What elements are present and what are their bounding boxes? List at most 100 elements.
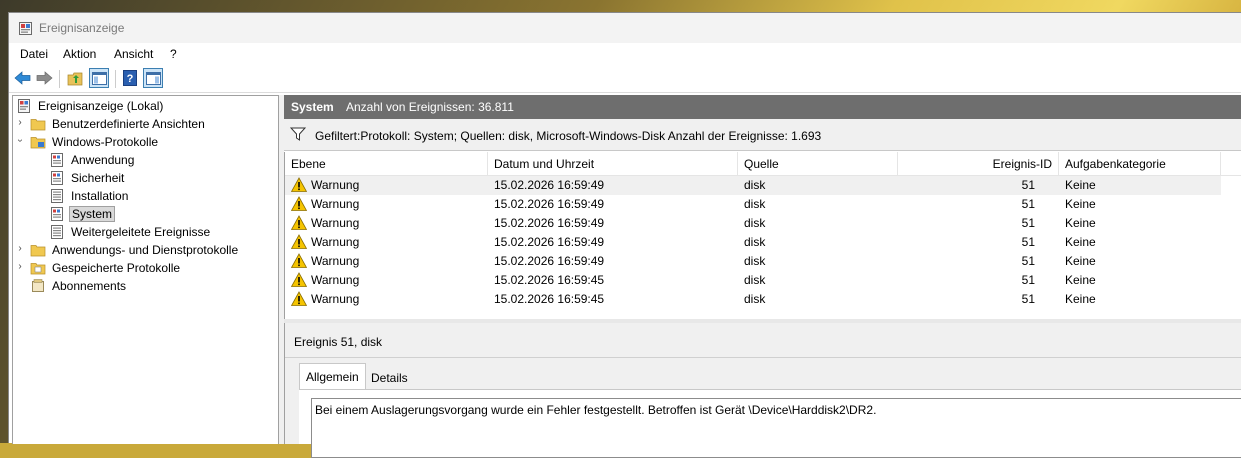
tab-details[interactable]: Details	[365, 367, 414, 389]
cell-level: Warnung	[311, 178, 360, 192]
cell-datetime: 15.02.2026 16:59:49	[494, 197, 605, 211]
filter-icon	[290, 127, 306, 141]
events-grid: Ebene Datum und Uhrzeit Quelle Ereignis-…	[284, 152, 1241, 319]
cell-task-category: Keine	[1065, 235, 1096, 249]
menu-ansicht[interactable]: Ansicht	[114, 47, 153, 61]
arrow-left-icon	[13, 71, 30, 85]
tree-label: System	[69, 206, 116, 222]
tree-item-custom-views[interactable]: Benutzerdefinierte Ansichten	[30, 115, 207, 133]
tree-label: Gespeicherte Protokolle	[52, 261, 181, 275]
column-header-source[interactable]: Quelle	[738, 152, 898, 176]
warning-icon	[291, 272, 307, 287]
folder-icon	[30, 134, 46, 150]
log-icon	[49, 206, 65, 222]
toolbar-separator	[115, 70, 116, 88]
tree-label: Anwendung	[71, 153, 135, 167]
cell-event-id: 51	[1021, 178, 1035, 192]
chevron-right-icon[interactable]: ›	[15, 261, 25, 272]
column-header-event-id[interactable]: Ereignis-ID	[898, 152, 1059, 176]
log-icon	[49, 170, 65, 186]
cell-source: disk	[744, 216, 766, 230]
folder-icon	[30, 116, 46, 132]
table-row[interactable]: Warnung 15.02.2026 16:59:49 disk 51 Keine	[285, 214, 1221, 233]
event-viewer-window: Ereignisanzeige Datei Aktion Ansicht ? ?	[8, 12, 1241, 458]
tree-item-sicherheit[interactable]: Sicherheit	[49, 169, 126, 187]
event-detail-title: Ereignis 51, disk	[294, 335, 383, 349]
cell-task-category: Keine	[1065, 178, 1096, 192]
tree-label: Benutzerdefinierte Ansichten	[52, 117, 205, 131]
general-tab-panel: Bei einem Auslagerungsvorgang wurde ein …	[299, 389, 1241, 458]
folder-up-icon	[67, 72, 82, 85]
column-header-level[interactable]: Ebene	[285, 152, 488, 176]
log-icon	[49, 188, 65, 204]
table-row[interactable]: Warnung 15.02.2026 16:59:49 disk 51 Keine	[285, 252, 1221, 271]
tab-allgemein[interactable]: Allgemein	[299, 363, 366, 390]
console-tree: Ereignisanzeige (Lokal) › Benutzerdefini…	[12, 95, 279, 444]
tree-item-windows-logs[interactable]: Windows-Protokolle	[30, 133, 160, 151]
menu-aktion[interactable]: Aktion	[63, 47, 96, 61]
cell-task-category: Keine	[1065, 197, 1096, 211]
show-hide-tree-button[interactable]	[89, 68, 109, 88]
cell-event-id: 51	[1021, 254, 1035, 268]
tree-item-root[interactable]: Ereignisanzeige (Lokal)	[16, 97, 165, 115]
menu-datei[interactable]: Datei	[20, 47, 48, 61]
tree-label: Windows-Protokolle	[52, 135, 159, 149]
cell-datetime: 15.02.2026 16:59:49	[494, 235, 605, 249]
cell-datetime: 15.02.2026 16:59:45	[494, 292, 605, 306]
folder-icon	[30, 260, 46, 276]
menu-bar: Datei Aktion Ansicht ?	[9, 43, 1241, 65]
cell-level: Warnung	[311, 273, 360, 287]
cell-datetime: 15.02.2026 16:59:49	[494, 216, 605, 230]
cell-event-id: 51	[1021, 197, 1035, 211]
tree-item-system[interactable]: System	[49, 205, 116, 223]
table-row[interactable]: Warnung 15.02.2026 16:59:49 disk 51 Keine	[285, 176, 1221, 195]
up-folder-button[interactable]	[65, 68, 85, 88]
event-viewer-icon	[19, 22, 32, 35]
tree-item-subscriptions[interactable]: Abonnements	[30, 277, 128, 295]
tree-item-saved-logs[interactable]: Gespeicherte Protokolle	[30, 259, 182, 277]
tree-item-installation[interactable]: Installation	[49, 187, 130, 205]
warning-icon	[291, 215, 307, 230]
divider	[285, 357, 1241, 358]
chevron-down-icon[interactable]: ›	[15, 136, 26, 146]
cell-task-category: Keine	[1065, 273, 1096, 287]
log-header: System Anzahl von Ereignissen: 36.811	[284, 95, 1241, 119]
warning-icon	[291, 177, 307, 192]
warning-icon	[291, 291, 307, 306]
log-name: System	[291, 100, 334, 114]
menu-help[interactable]: ?	[170, 47, 177, 61]
cell-level: Warnung	[311, 216, 360, 230]
event-description-box[interactable]: Bei einem Auslagerungsvorgang wurde ein …	[311, 398, 1241, 458]
cell-datetime: 15.02.2026 16:59:45	[494, 273, 605, 287]
tree-item-forwarded-events[interactable]: Weitergeleitete Ereignisse	[49, 223, 212, 241]
show-hide-action-pane-button[interactable]	[143, 68, 163, 88]
tree-item-anwendung[interactable]: Anwendung	[49, 151, 136, 169]
chevron-right-icon[interactable]: ›	[15, 117, 25, 128]
chevron-right-icon[interactable]: ›	[15, 243, 25, 254]
help-button[interactable]: ?	[120, 68, 140, 88]
event-count: Anzahl von Ereignissen: 36.811	[346, 100, 514, 114]
column-header-task-category[interactable]: Aufgabenkategorie	[1059, 152, 1221, 176]
tree-label: Abonnements	[52, 279, 127, 293]
cell-source: disk	[744, 178, 766, 192]
table-row[interactable]: Warnung 15.02.2026 16:59:49 disk 51 Keine	[285, 195, 1221, 214]
cell-source: disk	[744, 273, 766, 287]
title-bar: Ereignisanzeige	[9, 13, 1241, 43]
table-row[interactable]: Warnung 15.02.2026 16:59:45 disk 51 Keine	[285, 290, 1221, 309]
cell-datetime: 15.02.2026 16:59:49	[494, 254, 605, 268]
table-row[interactable]: Warnung 15.02.2026 16:59:45 disk 51 Keine	[285, 271, 1221, 290]
forward-button[interactable]	[34, 68, 54, 88]
folder-icon	[30, 242, 46, 258]
cell-event-id: 51	[1021, 235, 1035, 249]
column-header-datetime[interactable]: Datum und Uhrzeit	[488, 152, 738, 176]
cell-event-id: 51	[1021, 292, 1035, 306]
tree-item-app-service-logs[interactable]: Anwendungs- und Dienstprotokolle	[30, 241, 240, 259]
event-viewer-icon	[16, 98, 32, 114]
tree-label: Weitergeleitete Ereignisse	[71, 225, 211, 239]
tree-label: Installation	[71, 189, 129, 203]
warning-icon	[291, 234, 307, 249]
table-row[interactable]: Warnung 15.02.2026 16:59:49 disk 51 Keine	[285, 233, 1221, 252]
grid-header: Ebene Datum und Uhrzeit Quelle Ereignis-…	[285, 152, 1241, 176]
cell-level: Warnung	[311, 197, 360, 211]
back-button[interactable]	[12, 68, 32, 88]
